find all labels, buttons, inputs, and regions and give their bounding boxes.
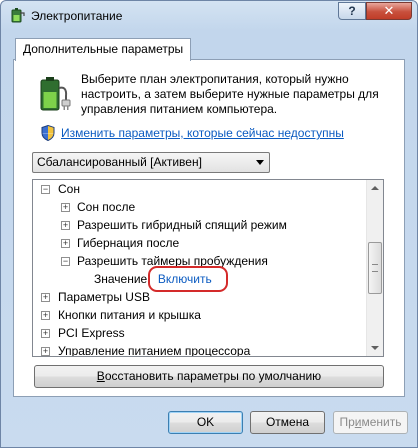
- help-button[interactable]: ?: [338, 2, 366, 20]
- restore-defaults-label: осстановить параметры по умолчанию: [104, 369, 322, 383]
- expand-icon[interactable]: +: [61, 221, 70, 230]
- tree-node-label: Разрешить гибридный спящий режим: [77, 218, 287, 232]
- window-title: Электропитание: [31, 9, 123, 23]
- tree-node-sleep[interactable]: − Сон: [41, 180, 80, 198]
- tree-node-hibernate-after[interactable]: + Гибернация после: [61, 234, 179, 252]
- power-options-window: Электропитание ? ✕ Дополнительные параме…: [0, 0, 418, 448]
- tree-node-power-buttons[interactable]: + Кнопки питания и крышка: [41, 306, 201, 324]
- value-highlight-annotation: [148, 266, 228, 292]
- settings-tree[interactable]: − Сон + Сон после + Разрешить гибридный …: [32, 179, 384, 357]
- close-button[interactable]: ✕: [366, 2, 412, 20]
- apply-label-end: менить: [361, 415, 402, 429]
- cancel-button[interactable]: Отмена: [250, 411, 325, 434]
- tree-node-label: Гибернация после: [77, 236, 180, 250]
- collapse-icon[interactable]: −: [41, 185, 50, 194]
- title-bar[interactable]: Электропитание ? ✕: [1, 1, 417, 31]
- tab-advanced-settings[interactable]: Дополнительные параметры: [15, 38, 192, 61]
- tree-scrollbar[interactable]: [366, 180, 383, 356]
- apply-accesskey: и: [354, 415, 362, 429]
- tree-node-label: Кнопки питания и крышка: [58, 308, 201, 322]
- tree-node-label: Параметры USB: [58, 290, 150, 304]
- apply-label-start: Пр: [339, 415, 355, 429]
- ok-button[interactable]: OK: [168, 411, 243, 434]
- tree-node-pci-express[interactable]: + PCI Express: [41, 324, 125, 342]
- tree-node-label: Сон после: [77, 200, 136, 214]
- expand-icon[interactable]: +: [41, 293, 50, 302]
- expand-icon[interactable]: +: [41, 347, 50, 356]
- power-plan-select[interactable]: Сбалансированный [Активен]: [32, 152, 270, 173]
- change-unavailable-settings-link[interactable]: Изменить параметры, которые сейчас недос…: [61, 126, 344, 140]
- tree-node-processor-power[interactable]: + Управление питанием процессора: [41, 342, 251, 357]
- expand-icon[interactable]: +: [61, 203, 70, 212]
- uac-shield-icon: [41, 125, 55, 141]
- scroll-up-arrow-icon[interactable]: [367, 180, 383, 197]
- collapse-icon[interactable]: −: [61, 257, 70, 266]
- scroll-down-arrow-icon[interactable]: [367, 339, 383, 356]
- scrollbar-thumb[interactable]: [368, 242, 382, 294]
- tree-node-label: Управление питанием процессора: [58, 344, 251, 357]
- tree-node-label: Сон: [58, 182, 80, 196]
- power-options-icon: [11, 8, 25, 23]
- chevron-down-icon: [256, 160, 264, 165]
- restore-defaults-accesskey: В: [96, 369, 105, 383]
- tree-node-usb[interactable]: + Параметры USB: [41, 288, 150, 306]
- battery-plug-icon: [40, 77, 71, 111]
- value-label: Значение:: [94, 272, 151, 286]
- tree-node-sleep-after[interactable]: + Сон после: [61, 198, 135, 216]
- tree-node-hybrid-sleep[interactable]: + Разрешить гибридный спящий режим: [61, 216, 287, 234]
- expand-icon[interactable]: +: [41, 311, 50, 320]
- power-plan-select-value: Сбалансированный [Активен]: [37, 155, 202, 169]
- expand-icon[interactable]: +: [61, 239, 70, 248]
- tree-node-label: PCI Express: [58, 326, 125, 340]
- description-text: Выберите план электропитания, который ну…: [81, 72, 379, 116]
- restore-defaults-button[interactable]: Восстановить параметры по умолчанию: [34, 365, 384, 388]
- expand-icon[interactable]: +: [41, 329, 50, 338]
- apply-button[interactable]: Применить: [333, 411, 408, 434]
